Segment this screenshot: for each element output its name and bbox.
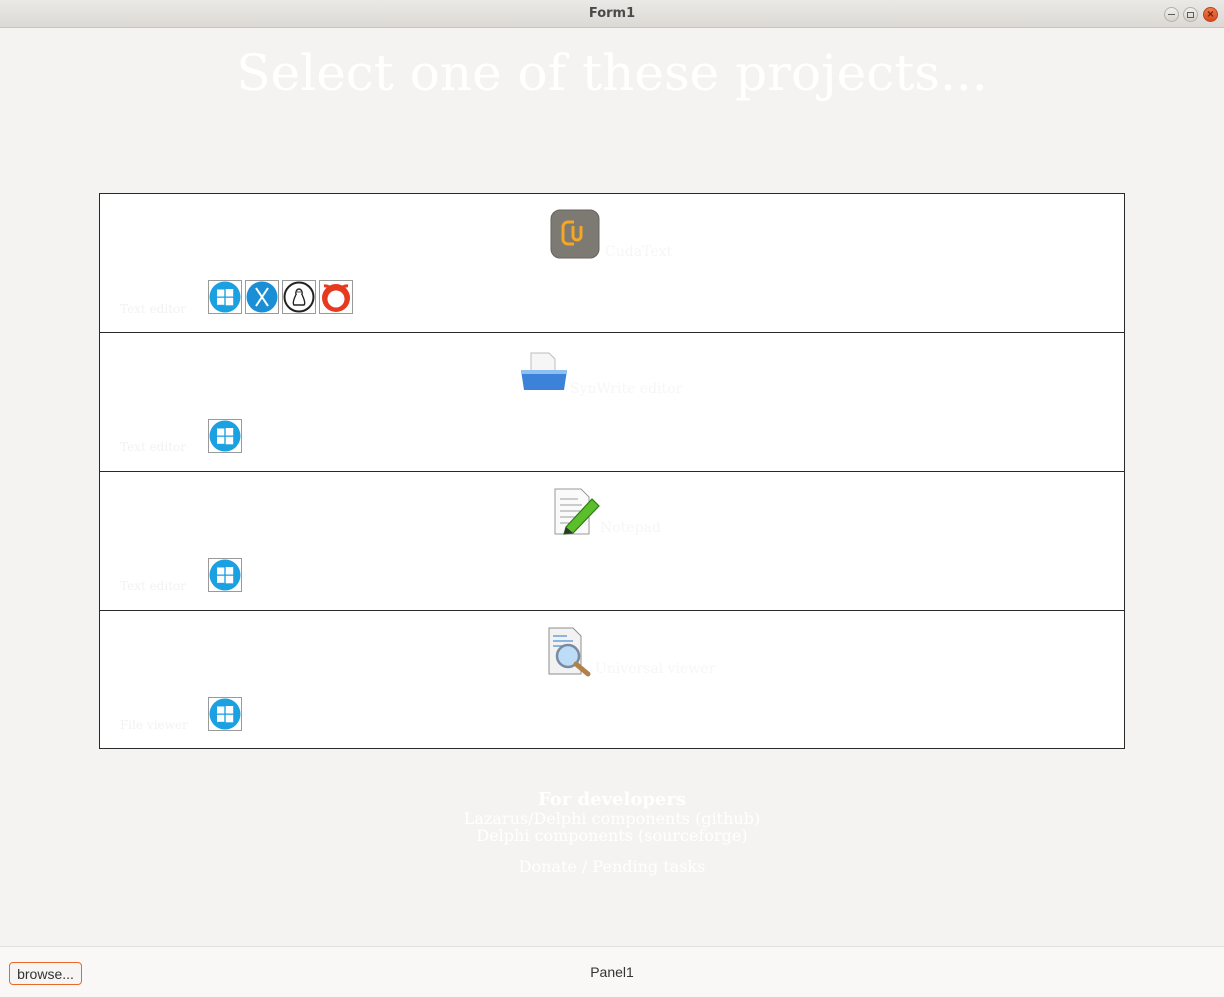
maximize-icon	[1187, 11, 1194, 18]
project-card-notepad[interactable]: Notepad Text editor	[100, 472, 1124, 611]
developers-title: For developers	[538, 789, 686, 810]
windows-icon[interactable]	[208, 697, 242, 731]
cudatext-logo-icon[interactable]	[550, 209, 602, 261]
project-description: Text editor	[120, 579, 186, 593]
project-description: File viewer	[120, 718, 188, 732]
macos-icon[interactable]	[245, 280, 279, 314]
window-titlebar[interactable]: Form1 ×	[0, 0, 1224, 28]
windows-icon[interactable]	[208, 558, 242, 592]
platform-list	[208, 697, 242, 731]
project-description: Text editor	[120, 302, 186, 316]
projects-list: CudaText Text editor SynWrite editor Tex…	[99, 193, 1125, 749]
platform-list	[208, 419, 242, 453]
platform-list	[208, 280, 353, 314]
github-components-link[interactable]: Lazarus/Delphi components (github)	[0, 810, 1224, 827]
project-name[interactable]: SynWrite editor	[570, 381, 682, 397]
project-name[interactable]: Notepad	[600, 520, 661, 536]
document-magnifier-icon[interactable]	[546, 626, 598, 678]
project-card-cudatext[interactable]: CudaText Text editor	[100, 194, 1124, 333]
developers-section: For developers Lazarus/Delphi components…	[0, 789, 1224, 876]
linux-icon[interactable]	[282, 280, 316, 314]
page-heading: Select one of these projects...	[236, 44, 988, 102]
project-name[interactable]: Universal viewer	[595, 661, 715, 677]
donate-link[interactable]: Donate / Pending tasks	[0, 858, 1224, 875]
bottom-panel: browse... Panel1	[0, 946, 1224, 997]
close-icon: ×	[1206, 8, 1215, 20]
project-card-synwrite[interactable]: SynWrite editor Text editor	[100, 333, 1124, 472]
minimize-button[interactable]	[1164, 7, 1179, 22]
minimize-icon	[1168, 13, 1175, 16]
project-description: Text editor	[120, 440, 186, 454]
window-title: Form1	[588, 6, 636, 21]
close-button[interactable]: ×	[1203, 7, 1218, 22]
sourceforge-components-link[interactable]: Delphi components (sourceforge)	[0, 827, 1224, 844]
windows-icon[interactable]	[208, 419, 242, 453]
document-pencil-icon[interactable]	[552, 487, 604, 539]
open-folder-icon[interactable]	[518, 350, 570, 402]
panel-label: Panel1	[590, 964, 634, 980]
maximize-button[interactable]	[1183, 7, 1198, 22]
platform-list	[208, 558, 242, 592]
windows-icon[interactable]	[208, 280, 242, 314]
project-name[interactable]: CudaText	[605, 244, 672, 260]
freebsd-icon[interactable]	[319, 280, 353, 314]
project-card-universal-viewer[interactable]: Universal viewer File viewer	[100, 611, 1124, 750]
